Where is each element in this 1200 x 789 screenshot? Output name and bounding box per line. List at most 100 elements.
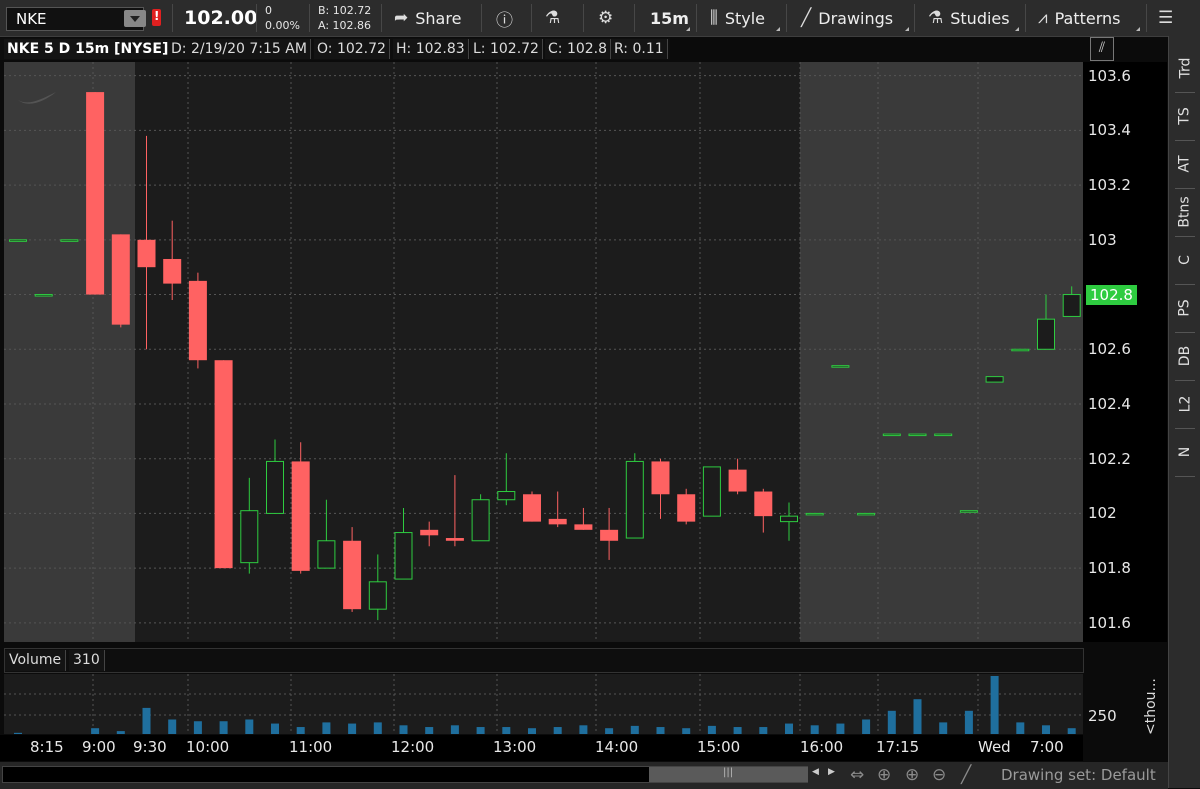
info-icon: ⓘ	[496, 10, 513, 31]
volume-value: 310	[69, 650, 105, 671]
side-tab-label: C	[1177, 255, 1193, 265]
side-tab-label: Trd	[1176, 57, 1193, 79]
scrollbar-thumb[interactable]: |||	[649, 767, 808, 782]
volume-bar	[450, 725, 459, 734]
candle	[934, 433, 953, 437]
symbol-selector[interactable]: NKE	[6, 7, 146, 31]
volume-bar	[759, 727, 768, 734]
side-tabs: Trd TS AT Btns C PS DB L2 N	[1168, 36, 1200, 788]
chart-title: NKE 5 D 15m [NYSE]	[4, 39, 173, 59]
volume-header: Volume 310	[4, 648, 1084, 673]
side-tab-l2[interactable]: L2	[1169, 382, 1200, 426]
auto-scale-icon[interactable]: ⫽	[1090, 37, 1114, 61]
last-price-tag: 102.8	[1086, 284, 1137, 305]
flask-icon: ⚗	[545, 8, 561, 28]
time-tick-label: 14:00	[595, 738, 639, 756]
style-button[interactable]: ⫼ Style	[710, 0, 765, 36]
volume-bar	[682, 728, 691, 734]
volume-bar	[553, 727, 562, 734]
flask-button[interactable]: ⚗	[545, 0, 567, 36]
volume-bar	[528, 728, 536, 734]
time-axis[interactable]: 8:15 9:00 9:30 10:00 11:00 12:00 13:00 14:00 15:…	[0, 735, 1083, 761]
side-tab-ts[interactable]: TS	[1169, 94, 1200, 138]
side-tab-db[interactable]: DB	[1169, 334, 1200, 378]
price-tick-label: 102.2	[1088, 449, 1131, 468]
crosshair-icon[interactable]: ⊕	[877, 765, 891, 785]
volume-bar	[964, 710, 973, 734]
info-high: H: 102.83	[393, 39, 469, 59]
volume-bar	[245, 719, 254, 734]
candle	[188, 272, 207, 369]
candle	[291, 442, 310, 574]
price-tick-label: 102.6	[1088, 340, 1131, 359]
volume-bar	[785, 723, 793, 734]
top-toolbar: NKE 102.00 0 0.00% B: 102.72 A: 102.86 ➦…	[0, 0, 1200, 37]
menu-button[interactable]: ☰	[1158, 0, 1173, 36]
volume-bar	[168, 719, 177, 734]
drawing-set-label: Drawing set: Default	[1001, 766, 1156, 784]
net-change: 0	[265, 4, 272, 17]
volume-bar	[322, 722, 331, 734]
volume-axis-label: 250	[1088, 707, 1117, 725]
gear-icon: ⚙	[598, 8, 614, 28]
price-tick-label: 101.6	[1088, 613, 1131, 632]
alert-flag-icon[interactable]	[152, 9, 161, 26]
side-tab-at[interactable]: AT	[1169, 142, 1200, 186]
side-tab-label: L2	[1177, 395, 1193, 413]
draw-line-icon[interactable]: ╱	[961, 765, 971, 785]
price-tick-label: 101.8	[1088, 559, 1131, 578]
volume-bar	[296, 727, 305, 734]
volume-bar	[373, 722, 382, 734]
drawings-button[interactable]: ╱ Drawings	[801, 0, 893, 36]
style-label: Style	[724, 8, 766, 28]
side-tab-label: PS	[1177, 299, 1193, 317]
last-price: 102.00	[184, 7, 258, 29]
zoom-out-icon[interactable]: ⊖	[932, 765, 946, 785]
candle	[625, 453, 644, 539]
volume-bar	[1067, 728, 1076, 734]
time-tick-label: 8:15	[30, 738, 64, 756]
price-chart[interactable]	[4, 62, 1083, 642]
interval-button[interactable]: 15m	[650, 0, 689, 36]
scroll-right-icon[interactable]: ▶	[828, 767, 835, 777]
volume-bar	[271, 723, 279, 734]
candle	[1011, 348, 1030, 352]
volume-bar	[939, 722, 948, 734]
expand-horizontal-icon[interactable]: ⇔	[850, 765, 864, 785]
time-tick-label: 9:00	[82, 738, 116, 756]
side-tab-c[interactable]: C	[1169, 238, 1200, 282]
side-tab-trd[interactable]: Trd	[1169, 46, 1200, 90]
zoom-in-icon[interactable]: ⊕	[905, 765, 919, 785]
price-axis[interactable]: 103.6 103.4 103.2 103 102.8 102.6 102.4 102.2 10…	[1083, 62, 1167, 642]
side-tab-label: N	[1176, 446, 1193, 458]
studies-button[interactable]: ⚗ Studies	[928, 0, 1010, 36]
side-tab-n[interactable]: N	[1169, 430, 1200, 474]
ask-price: A: 102.86	[318, 19, 372, 32]
volume-chart[interactable]	[4, 674, 1083, 734]
candle	[523, 491, 541, 522]
chevron-down-icon[interactable]	[124, 10, 146, 27]
time-tick-label: 7:00	[1030, 738, 1064, 756]
time-tick-label: 15:00	[697, 738, 741, 756]
volume-bar	[502, 727, 511, 734]
info-low: L: 102.72	[470, 39, 543, 59]
info-button[interactable]: ⓘ	[496, 0, 520, 36]
patterns-button[interactable]: ⩘ Patterns	[1038, 0, 1121, 36]
candlestick-icon: ⫼	[710, 8, 718, 28]
volume-unit-label: <thou...	[1143, 678, 1159, 735]
side-tab-btns[interactable]: Btns	[1169, 190, 1200, 234]
candle	[471, 494, 490, 542]
settings-button[interactable]: ⚙	[598, 0, 620, 36]
chart-info-bar: NKE 5 D 15m [NYSE] D: 2/19/20 7:15 AM O:…	[0, 38, 670, 60]
volume-bar	[476, 727, 485, 734]
menu-icon: ☰	[1158, 8, 1174, 28]
price-tick-label: 102	[1088, 504, 1117, 523]
side-tab-ps[interactable]: PS	[1169, 286, 1200, 330]
volume-bar	[116, 731, 125, 734]
share-button[interactable]: ➦ Share	[394, 0, 461, 36]
volume-bar	[733, 727, 742, 734]
time-tick-label: 12:00	[391, 738, 435, 756]
patterns-icon: ⩘	[1038, 8, 1048, 28]
volume-bar	[913, 699, 922, 734]
scroll-left-icon[interactable]: ◀	[812, 767, 819, 777]
